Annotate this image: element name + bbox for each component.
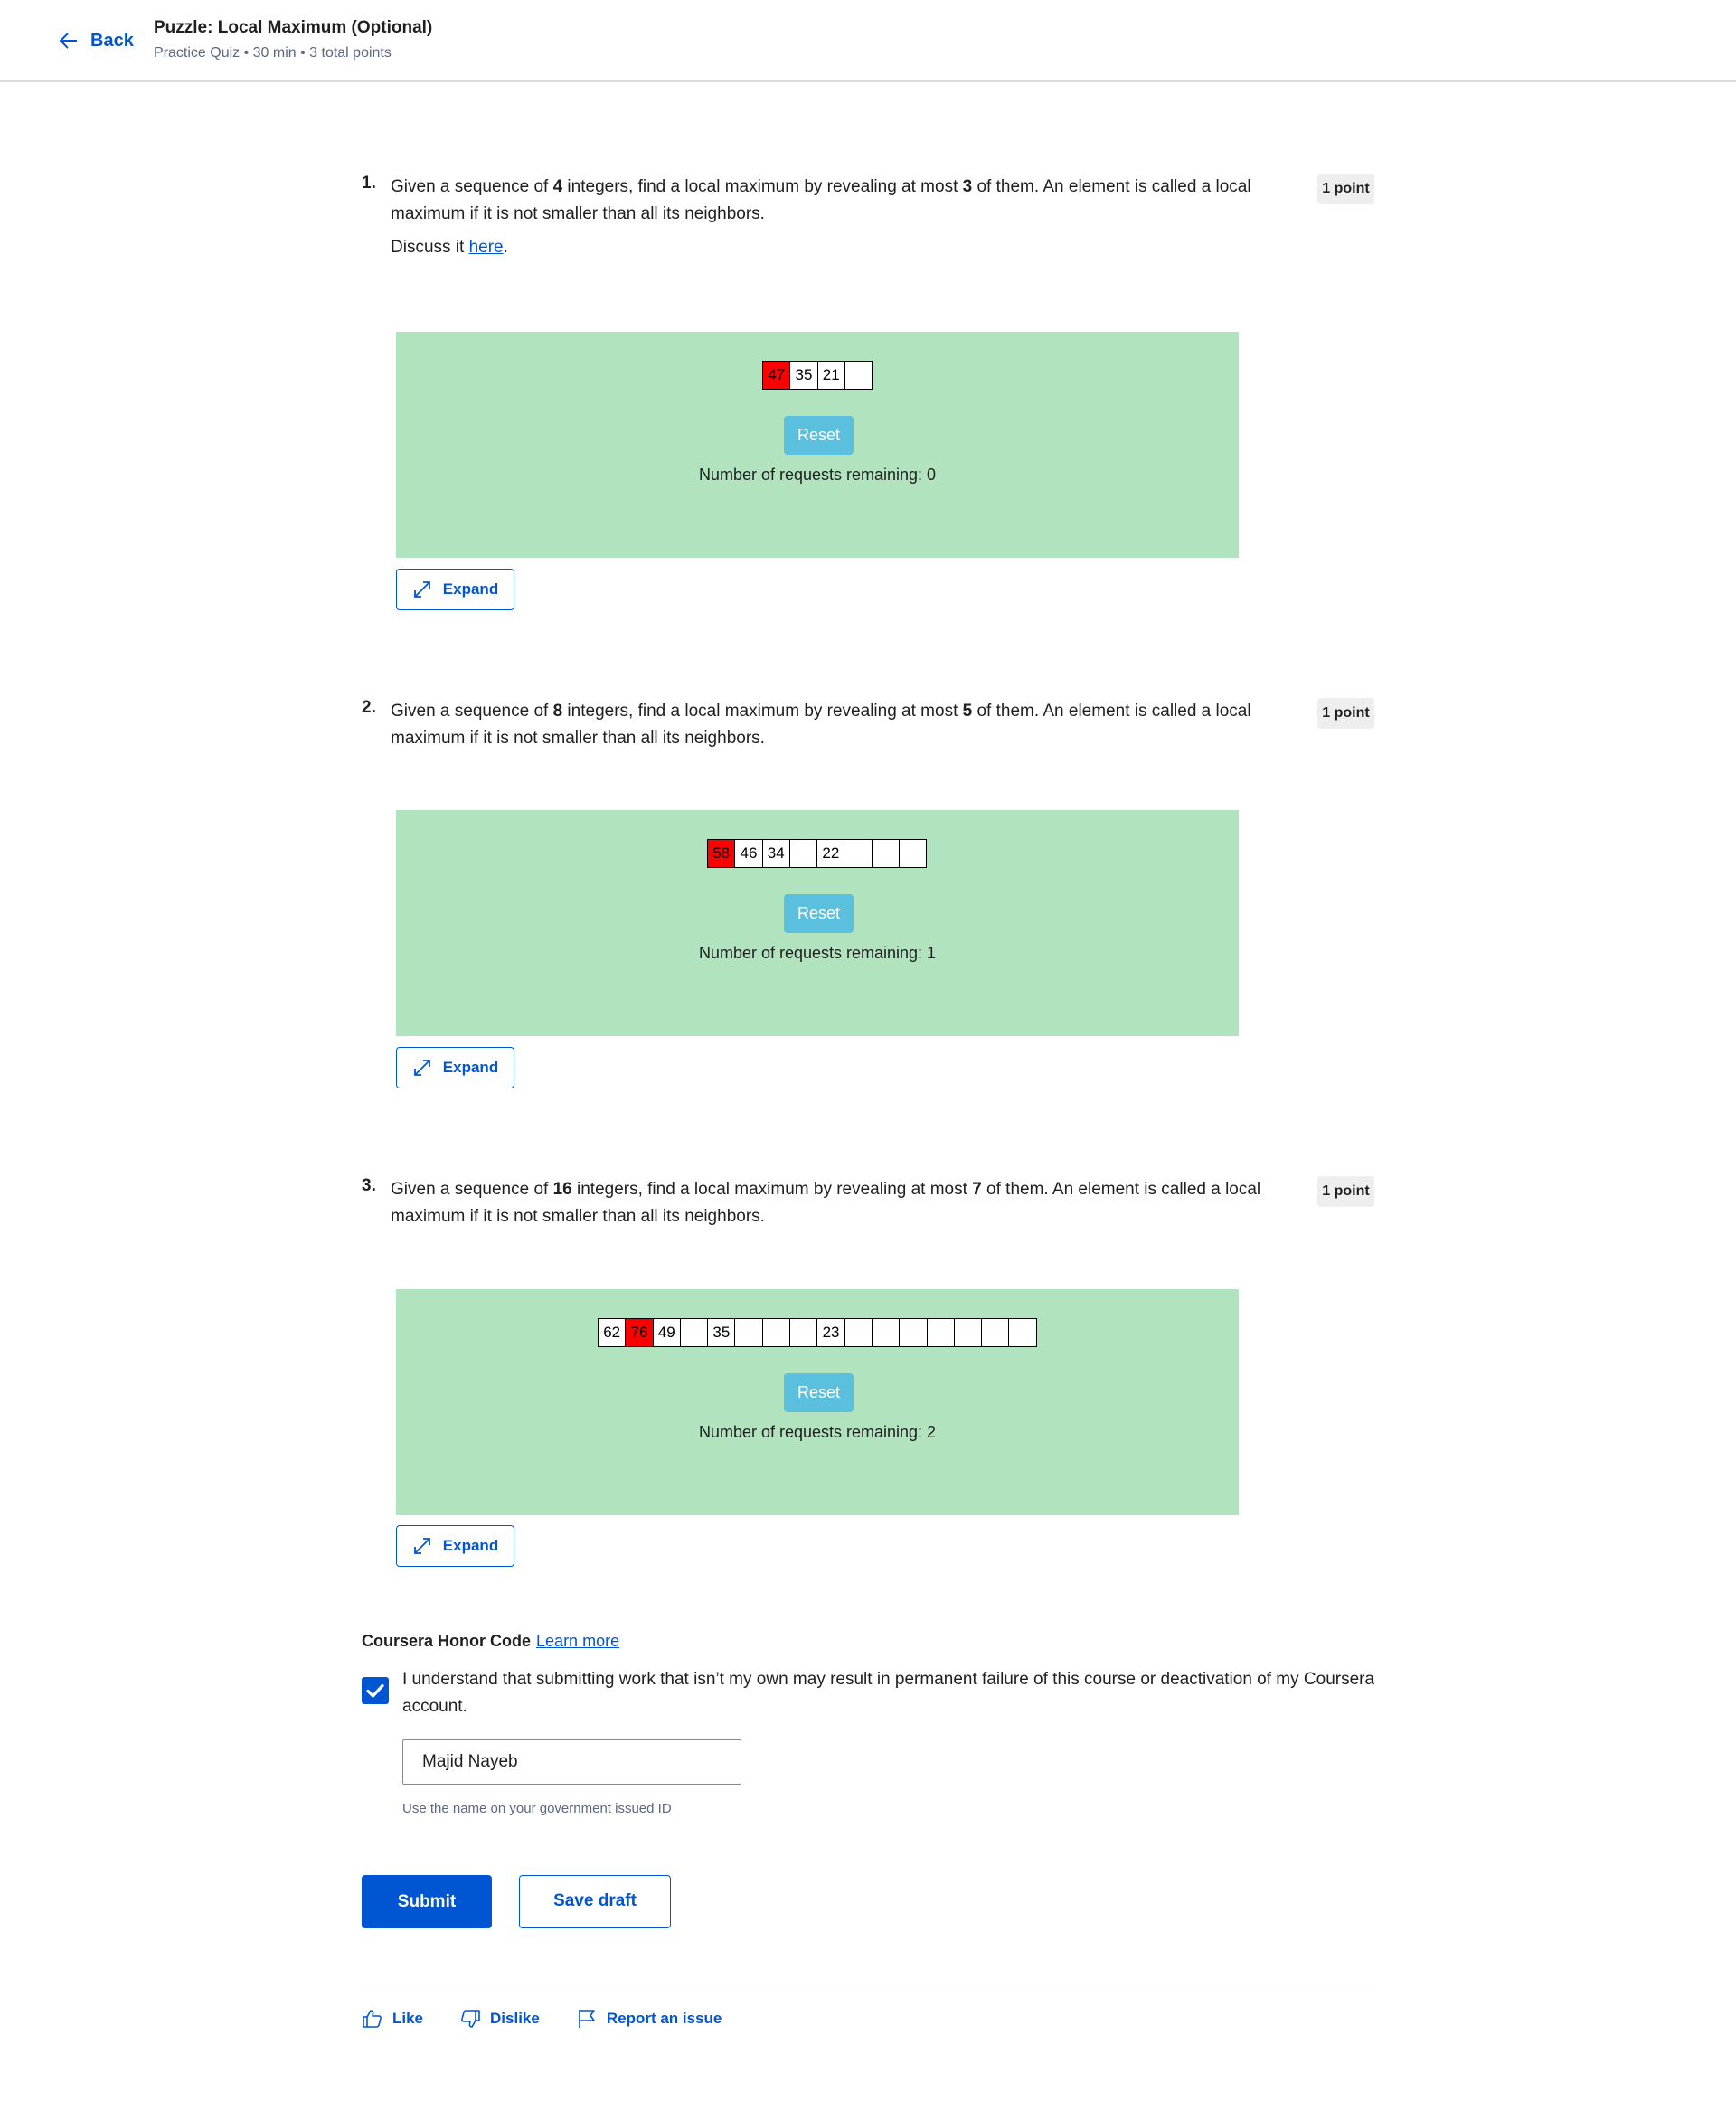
thumbs-up-icon bbox=[363, 2010, 382, 2028]
honor-code-statement: I understand that submitting work that i… bbox=[402, 1670, 1375, 1716]
dislike-label: Dislike bbox=[490, 2010, 540, 2027]
report-issue-button[interactable]: Report an issue bbox=[576, 2008, 722, 2030]
expand-button[interactable]: Expand bbox=[396, 569, 514, 610]
puzzle-cell[interactable]: 58 bbox=[707, 839, 736, 868]
question-3: 3. Given a sequence of 16 integers, find… bbox=[362, 1176, 1374, 1574]
question-2: 2. Given a sequence of 8 integers, find … bbox=[362, 698, 1374, 1096]
puzzle-area: 58 46 34 22 Reset Number of requests remain… bbox=[396, 810, 1239, 1036]
puzzle-cell[interactable] bbox=[981, 1318, 1010, 1347]
flag-icon bbox=[579, 2010, 595, 2028]
expand-label: Expand bbox=[442, 1059, 499, 1076]
puzzle-cell[interactable]: 23 bbox=[816, 1318, 845, 1347]
points-badge: 1 point bbox=[1317, 698, 1374, 729]
puzzle-cell[interactable]: 62 bbox=[598, 1318, 627, 1347]
puzzle-cell[interactable] bbox=[871, 1318, 901, 1347]
puzzle-cell[interactable] bbox=[899, 839, 928, 868]
page-subtitle: Practice Quiz • 30 min • 3 total points bbox=[154, 45, 392, 61]
question-1: 1. Given a sequence of 4 integers, find … bbox=[362, 174, 1374, 617]
requests-remaining: Number of requests remaining: 1 bbox=[698, 944, 937, 962]
honor-code-section: Coursera Honor Code Learn more I understa… bbox=[362, 1632, 1374, 1816]
puzzle-cell[interactable] bbox=[734, 1318, 763, 1347]
points-badge: 1 point bbox=[1317, 174, 1374, 204]
expand-label: Expand bbox=[442, 1537, 499, 1554]
puzzle-cell[interactable] bbox=[1008, 1318, 1037, 1347]
puzzle-cell[interactable] bbox=[789, 1318, 818, 1347]
expand-icon bbox=[413, 1538, 430, 1554]
puzzle-cell[interactable] bbox=[844, 361, 873, 390]
checkmark-icon bbox=[366, 1683, 384, 1698]
back-label: Back bbox=[90, 30, 134, 51]
puzzle-cell[interactable]: 49 bbox=[652, 1318, 681, 1347]
puzzle-area: 47 35 21 Reset Number of requests remainin… bbox=[396, 332, 1239, 558]
reset-button[interactable]: Reset bbox=[784, 894, 854, 933]
puzzle-cell[interactable] bbox=[844, 839, 873, 868]
arrow-left-icon bbox=[59, 33, 77, 49]
legal-name-hint: Use the name on your government issued I… bbox=[402, 1801, 672, 1816]
puzzle-cells: 62 76 49 35 23 bbox=[598, 1318, 1037, 1347]
puzzle-cell[interactable]: 35 bbox=[707, 1318, 736, 1347]
puzzle-area: 62 76 49 35 23 Reset Number of requests rema… bbox=[396, 1289, 1239, 1515]
expand-button[interactable]: Expand bbox=[396, 1047, 514, 1088]
puzzle-cell[interactable]: 46 bbox=[734, 839, 763, 868]
save-draft-button[interactable]: Save draft bbox=[519, 1875, 671, 1928]
puzzle-cell[interactable]: 35 bbox=[789, 361, 818, 390]
honor-code-heading: Coursera Honor Code Learn more bbox=[362, 1632, 1374, 1651]
question-text: Given a sequence of 8 integers, find a l… bbox=[391, 702, 1251, 748]
question-text: Given a sequence of 4 integers, find a l… bbox=[391, 177, 1251, 223]
expand-button[interactable]: Expand bbox=[396, 1525, 514, 1567]
back-button[interactable]: Back bbox=[58, 27, 134, 54]
points-badge: 1 point bbox=[1317, 1176, 1374, 1207]
question-number: 3. bbox=[362, 1176, 376, 1195]
puzzle-cells: 47 35 21 bbox=[762, 361, 873, 390]
reset-button[interactable]: Reset bbox=[784, 1373, 854, 1412]
feedback-actions: Like Dislike Report an issue bbox=[362, 2004, 758, 2033]
puzzle-cell[interactable]: 76 bbox=[625, 1318, 654, 1347]
dislike-button[interactable]: Dislike bbox=[459, 2008, 540, 2030]
puzzle-cell[interactable]: 21 bbox=[816, 361, 845, 390]
expand-label: Expand bbox=[442, 580, 499, 598]
puzzle-cell[interactable]: 47 bbox=[762, 361, 791, 390]
reset-button[interactable]: Reset bbox=[784, 416, 854, 455]
question-number: 1. bbox=[362, 174, 376, 193]
question-text: Given a sequence of 16 integers, find a … bbox=[391, 1180, 1261, 1226]
honor-code-checkbox[interactable] bbox=[362, 1677, 389, 1704]
legal-name-input[interactable] bbox=[402, 1739, 741, 1785]
submit-button[interactable]: Submit bbox=[362, 1875, 492, 1928]
honor-code-title: Coursera Honor Code bbox=[362, 1632, 532, 1650]
puzzle-cell[interactable] bbox=[953, 1318, 983, 1347]
page-title: Puzzle: Local Maximum (Optional) bbox=[154, 18, 433, 37]
requests-remaining: Number of requests remaining: 2 bbox=[698, 1423, 937, 1441]
puzzle-cell[interactable]: 22 bbox=[816, 839, 845, 868]
puzzle-cell[interactable] bbox=[679, 1318, 709, 1347]
question-number: 2. bbox=[362, 698, 376, 717]
report-issue-label: Report an issue bbox=[606, 2010, 722, 2027]
expand-icon bbox=[413, 581, 430, 598]
page-header: Back Puzzle: Local Maximum (Optional) Pr… bbox=[0, 0, 1736, 82]
puzzle-cell[interactable] bbox=[844, 1318, 873, 1347]
puzzle-cell[interactable] bbox=[788, 839, 818, 868]
requests-remaining: Number of requests remaining: 0 bbox=[698, 466, 937, 484]
puzzle-cell[interactable]: 34 bbox=[761, 839, 790, 868]
discuss-line: Discuss it here. bbox=[391, 238, 508, 257]
puzzle-cell[interactable] bbox=[871, 839, 901, 868]
learn-more-link[interactable]: Learn more bbox=[536, 1632, 619, 1650]
thumbs-down-icon bbox=[461, 2010, 480, 2028]
expand-icon bbox=[413, 1060, 430, 1076]
puzzle-cell[interactable] bbox=[899, 1318, 928, 1347]
like-button[interactable]: Like bbox=[362, 2008, 423, 2030]
puzzle-cell[interactable] bbox=[761, 1318, 791, 1347]
discuss-link[interactable]: here bbox=[469, 238, 504, 257]
like-label: Like bbox=[392, 2010, 424, 2027]
puzzle-cell[interactable] bbox=[926, 1318, 955, 1347]
puzzle-cells: 58 46 34 22 bbox=[707, 839, 928, 868]
